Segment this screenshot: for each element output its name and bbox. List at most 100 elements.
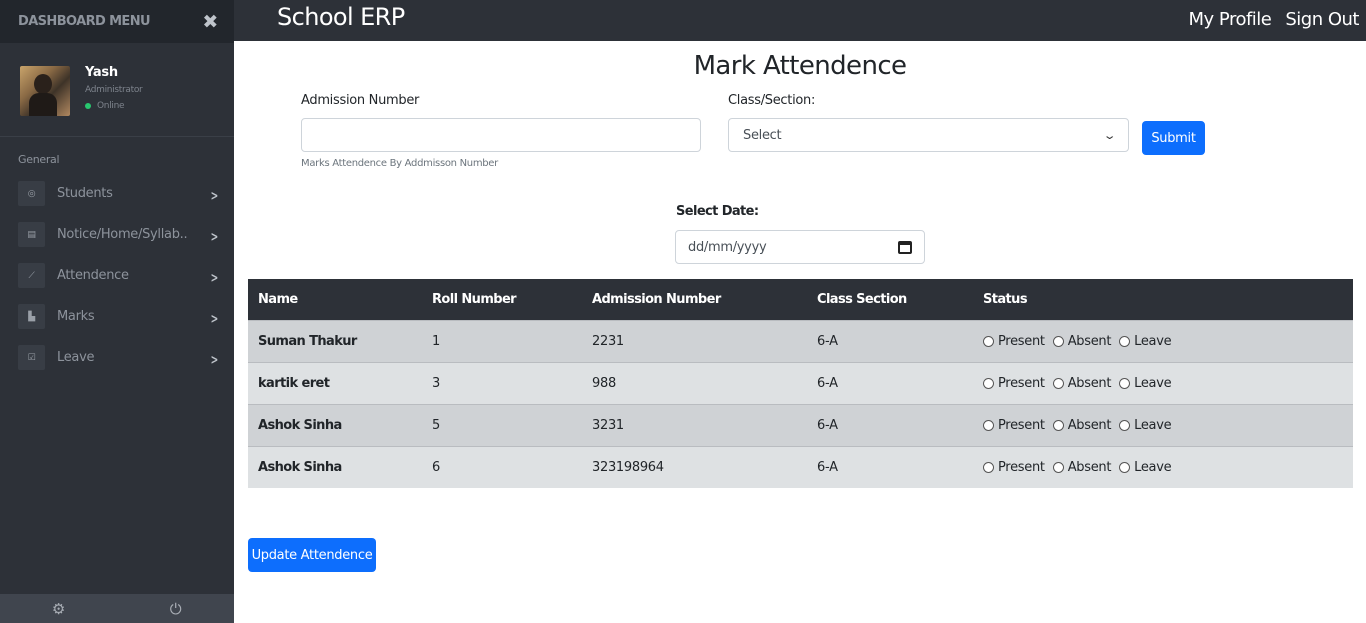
radio-label: Leave: [1134, 418, 1172, 433]
student-name: Ashok Sinha: [258, 418, 342, 433]
chevron-right-icon: >: [210, 352, 219, 368]
top-navbar: School ERP My Profile Sign Out: [234, 0, 1366, 41]
class-section: 6-A: [817, 460, 838, 475]
gear-icon[interactable]: ⚙: [0, 600, 117, 618]
student-name: Ashok Sinha: [258, 460, 342, 475]
class-section: 6-A: [817, 376, 838, 391]
chevron-right-icon: >: [210, 188, 219, 204]
radio-circle-icon[interactable]: [1052, 462, 1064, 473]
radio-circle-icon[interactable]: [1119, 462, 1131, 473]
radio-circle-icon[interactable]: [983, 336, 994, 347]
attendance-table: Name Roll Number Admission Number Class …: [248, 279, 1353, 488]
radio-absent[interactable]: Absent: [1052, 460, 1112, 475]
user-circle-icon: ◎: [18, 181, 45, 206]
radio-circle-icon[interactable]: [1052, 378, 1064, 389]
sidebar-item-students[interactable]: ◎ Students >: [0, 173, 234, 214]
chevron-down-icon: ⌄: [1102, 128, 1117, 142]
sidebar-header: DASHBOARD MENU ✖: [0, 0, 234, 43]
radio-circle-icon[interactable]: [1052, 336, 1064, 347]
student-name: Suman Thakur: [258, 334, 357, 349]
table-row: Suman Thakur 1 2231 6-A Present Absent L…: [248, 320, 1353, 362]
radio-present[interactable]: Present: [983, 376, 1045, 391]
admission-help-text: Marks Attendence By Addmisson Number: [301, 158, 498, 169]
admission-number-input[interactable]: [301, 118, 701, 152]
close-icon[interactable]: ✖: [202, 11, 218, 33]
admission-number-label: Admission Number: [301, 93, 420, 108]
page-title: Mark Attendence: [693, 51, 907, 81]
status-radio-group: Present Absent Leave: [983, 418, 1353, 433]
radio-label: Absent: [1067, 334, 1112, 349]
user-role: Administrator: [85, 85, 143, 95]
top-nav: My Profile Sign Out: [1175, 9, 1360, 30]
radio-present[interactable]: Present: [983, 460, 1045, 475]
radio-absent[interactable]: Absent: [1052, 418, 1111, 433]
column-header-name: Name: [258, 292, 298, 307]
roll-number: 6: [432, 460, 440, 475]
update-attendence-button[interactable]: Update Attendence: [248, 538, 376, 572]
user-status-label: Online: [97, 101, 125, 111]
admission-number: 2231: [592, 334, 624, 349]
table-row: Ashok Sinha 6 323198964 6-A Present Abse…: [248, 446, 1353, 488]
radio-absent[interactable]: Absent: [1052, 334, 1112, 349]
sidebar-item-marks[interactable]: ▙ Marks >: [0, 296, 234, 337]
radio-circle-icon[interactable]: [983, 420, 994, 431]
status-radio-group: Present Absent Leave: [983, 376, 1353, 391]
area-chart-icon: ▙: [18, 304, 45, 329]
radio-circle-icon[interactable]: [1119, 378, 1131, 389]
radio-label: Leave: [1134, 376, 1172, 391]
radio-label: Leave: [1134, 460, 1172, 475]
radio-present[interactable]: Present: [983, 334, 1045, 349]
radio-label: Absent: [1067, 460, 1112, 475]
radio-circle-icon[interactable]: [1052, 420, 1064, 431]
chevron-right-icon: >: [210, 270, 219, 286]
radio-circle-icon[interactable]: [1119, 420, 1131, 431]
radio-present[interactable]: Present: [983, 418, 1045, 433]
sidebar-item-leave[interactable]: ☑ Leave >: [0, 337, 234, 378]
radio-circle-icon[interactable]: [983, 462, 994, 473]
radio-circle-icon[interactable]: [983, 378, 994, 389]
sidebar-item-label: Leave: [57, 350, 95, 365]
column-header-status: Status: [983, 292, 1028, 307]
column-header-class: Class Section: [817, 292, 907, 307]
class-section-select[interactable]: Select ⌄: [728, 118, 1129, 152]
column-header-admission: Admission Number: [592, 292, 721, 307]
date-input[interactable]: dd/mm/yyyy: [675, 230, 925, 264]
line-chart-icon: ⟋: [18, 263, 45, 288]
class-section: 6-A: [817, 334, 838, 349]
chevron-right-icon: >: [210, 229, 219, 245]
sidebar-item-attendence[interactable]: ⟋ Attendence >: [0, 255, 234, 296]
check-square-icon: ☑: [18, 345, 45, 370]
radio-leave[interactable]: Leave: [1119, 334, 1172, 349]
radio-leave[interactable]: Leave: [1119, 460, 1172, 475]
chevron-right-icon: >: [210, 311, 219, 327]
radio-leave[interactable]: Leave: [1119, 418, 1172, 433]
radio-circle-icon[interactable]: [1119, 336, 1131, 347]
select-date-label: Select Date:: [676, 204, 759, 219]
student-name: kartik eret: [258, 376, 330, 391]
power-icon[interactable]: ⏻: [117, 600, 234, 618]
radio-label: Absent: [1067, 376, 1112, 391]
sidebar-item-label: Students: [57, 186, 113, 201]
sidebar-item-label: Marks: [57, 309, 95, 324]
sidebar-item-label: Attendence: [57, 268, 129, 283]
status-radio-group: Present Absent Leave: [983, 334, 1353, 349]
avatar: [20, 66, 70, 116]
table-row: Ashok Sinha 5 3231 6-A Present Absent Le…: [248, 404, 1353, 446]
class-section-label: Class/Section:: [728, 93, 816, 108]
radio-label: Present: [998, 460, 1045, 475]
date-placeholder: dd/mm/yyyy: [688, 239, 767, 255]
my-profile-link[interactable]: My Profile: [1189, 9, 1272, 30]
radio-label: Present: [998, 418, 1045, 433]
document-icon: ▤: [18, 222, 45, 247]
app-title[interactable]: School ERP: [277, 3, 405, 31]
admission-number: 3231: [592, 418, 624, 433]
sidebar-item-notice[interactable]: ▤ Notice/Home/Syllab.. >: [0, 214, 234, 255]
calendar-icon[interactable]: [898, 240, 912, 254]
sign-out-link[interactable]: Sign Out: [1285, 9, 1359, 30]
submit-button[interactable]: Submit: [1142, 121, 1205, 155]
radio-absent[interactable]: Absent: [1052, 376, 1112, 391]
radio-label: Present: [998, 334, 1045, 349]
sidebar-section-title: General: [18, 153, 60, 166]
radio-leave[interactable]: Leave: [1119, 376, 1172, 391]
user-profile: Yash Administrator Online: [0, 43, 234, 137]
